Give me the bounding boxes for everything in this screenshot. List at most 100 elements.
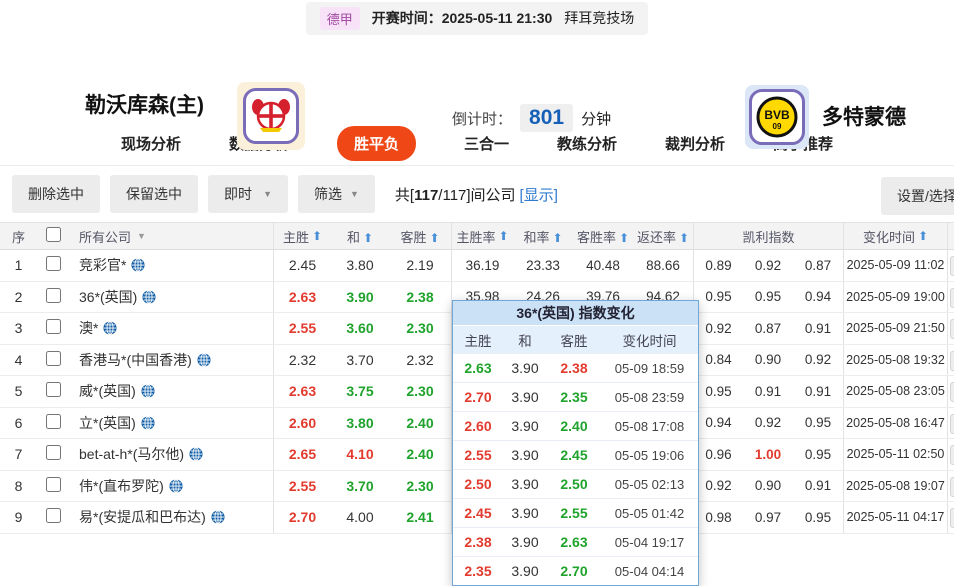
row-index: 4 <box>14 351 23 368</box>
select-all-checkbox[interactable] <box>45 227 61 242</box>
keep-selected-button[interactable]: 保留选中 <box>110 175 198 213</box>
nav-tab[interactable]: 胜平负 <box>336 126 416 161</box>
svg-text:BVB: BVB <box>764 108 790 122</box>
away-team-name: 多特蒙德 <box>822 106 906 129</box>
popup-row: 2.63 3.90 2.38 05-09 18:59 <box>453 353 698 382</box>
company-name[interactable]: 威*(英国) <box>69 381 273 401</box>
row-action-button[interactable] <box>950 319 954 339</box>
globe-icon <box>197 352 211 367</box>
kelly-home: 0.92 <box>693 470 743 501</box>
header-draw-odds[interactable]: 和 ⬆ <box>331 227 389 246</box>
popup-change-time: 05-05 19:06 <box>614 447 685 463</box>
change-time: 2025-05-09 11:02 <box>843 250 947 281</box>
kelly-draw: 0.95 <box>754 289 782 305</box>
filter-dropdown[interactable]: 筛选 ▼ <box>298 175 375 213</box>
header-select-all-checkbox[interactable] <box>37 227 69 245</box>
row-checkbox[interactable] <box>45 382 61 398</box>
nav-tab[interactable]: 教练分析 <box>557 133 617 154</box>
away-rate: 40.48 <box>586 257 620 273</box>
popup-row: 2.35 3.90 2.70 05-04 04:14 <box>453 556 698 585</box>
company-name[interactable]: 易*(安提瓜和巴布达) <box>69 507 273 527</box>
header-index: 序 <box>11 229 25 245</box>
row-action-button[interactable] <box>950 256 954 276</box>
row-checkbox-cell[interactable] <box>37 445 69 463</box>
row-checkbox[interactable] <box>45 476 61 492</box>
popup-header: 主胜 和 客胜 变化时间 <box>453 325 698 353</box>
show-link[interactable]: [显示] <box>520 187 558 204</box>
company-name[interactable]: 澳* <box>69 318 273 338</box>
row-action-button[interactable] <box>950 476 954 497</box>
sort-asc-icon: ⬆ <box>311 229 323 243</box>
change-time: 2025-05-11 02:50 <box>843 439 947 470</box>
home-odds: 2.60 <box>273 407 331 438</box>
header-company[interactable]: 所有公司 ▼ <box>69 227 273 246</box>
popup-home-odds: 2.55 <box>464 447 492 463</box>
draw-odds: 4.10 <box>346 446 374 463</box>
kelly-draw: 0.87 <box>754 320 782 336</box>
row-checkbox-cell[interactable] <box>37 508 69 526</box>
company-name[interactable]: 香港马*(中国香港) <box>69 350 273 370</box>
sort-asc-icon: ⬆ <box>362 230 374 245</box>
delete-selected-button[interactable]: 删除选中 <box>12 175 100 213</box>
header-away-odds[interactable]: 客胜 ⬆ <box>389 227 451 246</box>
instant-dropdown[interactable]: 即时 ▼ <box>208 175 288 213</box>
kelly-away: 0.95 <box>804 509 832 525</box>
row-checkbox[interactable] <box>45 350 61 366</box>
row-checkbox-cell[interactable] <box>37 256 69 274</box>
row-checkbox-cell[interactable] <box>37 287 69 306</box>
row-action-button[interactable] <box>950 508 954 528</box>
row-checkbox-cell[interactable] <box>37 319 69 337</box>
row-checkbox[interactable] <box>45 413 61 429</box>
home-odds: 2.65 <box>273 439 331 470</box>
row-checkbox[interactable] <box>45 287 61 303</box>
nav-tab[interactable]: 现场分析 <box>121 133 181 154</box>
header-home-odds[interactable]: 主胜 ⬆ <box>273 223 331 249</box>
row-checkbox-cell[interactable] <box>37 476 69 495</box>
row-action-button[interactable] <box>950 382 954 402</box>
row-checkbox-cell[interactable] <box>37 413 69 432</box>
row-checkbox-cell[interactable] <box>37 350 69 369</box>
company-name[interactable]: bet-at-h*(马尔他) <box>69 444 273 464</box>
company-name[interactable]: 立*(英国) <box>69 413 273 433</box>
bvb-crest-icon: BVB 09 <box>749 89 805 145</box>
venue: 拜耳竞技场 <box>564 10 635 26</box>
popup-away-odds: 2.40 <box>560 418 588 434</box>
company-name[interactable]: 伟*(直布罗陀) <box>69 476 273 496</box>
kelly-draw: 0.97 <box>754 509 782 525</box>
row-checkbox[interactable] <box>45 445 61 461</box>
header-home-rate[interactable]: 主胜率 ⬆ <box>451 223 513 249</box>
row-checkbox[interactable] <box>45 508 61 524</box>
company-label: 立*(英国) <box>79 414 136 431</box>
row-action-button[interactable] <box>950 287 954 308</box>
row-action-button[interactable] <box>950 350 954 371</box>
popup-draw-odds: 3.90 <box>511 389 539 405</box>
kelly-away: 0.91 <box>804 383 832 399</box>
away-odds: 2.30 <box>406 477 434 494</box>
home-odds: 2.55 <box>273 313 331 344</box>
settings-button[interactable]: 设置/选择 <box>881 177 954 215</box>
header-payout-rate[interactable]: 返还率 ⬆ <box>633 227 693 246</box>
draw-rate: 23.33 <box>526 257 560 273</box>
header-away-rate[interactable]: 客胜率 ⬆ <box>573 227 633 246</box>
popup-draw-odds: 3.90 <box>511 505 539 521</box>
row-actions-sliver <box>947 470 954 501</box>
change-time: 2025-05-09 19:00 <box>843 281 947 312</box>
nav-tab[interactable]: 三合一 <box>464 133 509 154</box>
company-name[interactable]: 竞彩官* <box>69 255 273 275</box>
kelly-draw: 0.90 <box>754 478 782 494</box>
popup-home-odds: 2.63 <box>464 360 492 376</box>
row-action-button[interactable] <box>950 445 954 465</box>
header-draw-rate[interactable]: 和率 ⬆ <box>513 227 573 246</box>
row-index: 8 <box>14 477 23 494</box>
nav-tab[interactable]: 裁判分析 <box>665 133 725 154</box>
row-checkbox[interactable] <box>45 256 61 272</box>
row-checkbox[interactable] <box>45 319 61 335</box>
header-change-time[interactable]: 变化时间 ⬆ <box>843 223 947 249</box>
countdown: 倒计时： 801 分钟 <box>452 104 611 132</box>
popup-row: 2.38 3.90 2.63 05-04 19:17 <box>453 527 698 556</box>
row-checkbox-cell[interactable] <box>37 382 69 400</box>
row-actions-sliver <box>947 344 954 375</box>
row-action-button[interactable] <box>950 413 954 434</box>
row-index: 9 <box>14 509 23 526</box>
company-name[interactable]: 36*(英国) <box>69 287 273 307</box>
